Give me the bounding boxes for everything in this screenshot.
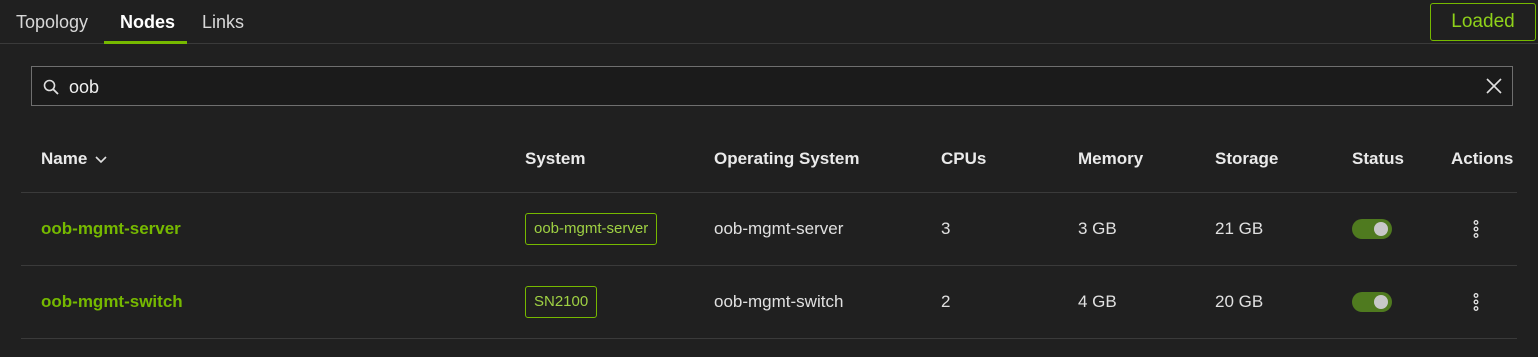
tab-bar: Topology Nodes Links Loaded <box>0 0 1538 44</box>
cpus-cell: 3 <box>941 219 951 238</box>
search-icon <box>43 79 59 95</box>
column-header-os: Operating System <box>714 149 860 168</box>
column-header-storage: Storage <box>1215 149 1279 168</box>
column-header-actions: Actions <box>1451 149 1514 168</box>
tab-nodes[interactable]: Nodes <box>104 0 187 44</box>
chevron-down-icon[interactable] <box>95 155 107 164</box>
tab-links[interactable]: Links <box>186 0 260 44</box>
node-name-link[interactable]: oob-mgmt-switch <box>41 266 183 338</box>
storage-cell: 20 GB <box>1215 292 1264 311</box>
storage-cell: 21 GB <box>1215 219 1264 238</box>
close-icon[interactable] <box>1484 76 1504 96</box>
more-vertical-icon[interactable] <box>1466 292 1486 312</box>
table-row: oob-mgmt-switch SN2100 oob-mgmt-switch 2… <box>21 266 1517 339</box>
column-header-name-label: Name <box>41 149 88 168</box>
system-tag: oob-mgmt-server <box>525 213 658 245</box>
node-name-link[interactable]: oob-mgmt-server <box>41 193 181 265</box>
status-toggle[interactable] <box>1352 292 1392 312</box>
more-vertical-icon[interactable] <box>1466 219 1486 239</box>
column-header-memory: Memory <box>1078 149 1144 168</box>
os-cell: oob-mgmt-switch <box>714 292 844 311</box>
status-toggle[interactable] <box>1352 219 1392 239</box>
search-input[interactable] <box>67 71 1471 103</box>
table-row: oob-mgmt-server oob-mgmt-server oob-mgmt… <box>21 193 1517 266</box>
column-header-name[interactable]: Name <box>41 126 107 192</box>
search-box <box>31 66 1513 106</box>
toggle-knob <box>1374 295 1388 309</box>
status-badge: Loaded <box>1430 3 1536 41</box>
system-tag: SN2100 <box>525 286 598 318</box>
column-header-status: Status <box>1352 149 1404 168</box>
column-header-system: System <box>525 149 586 168</box>
toggle-knob <box>1374 222 1388 236</box>
column-header-cpus: CPUs <box>941 149 987 168</box>
memory-cell: 3 GB <box>1078 219 1117 238</box>
memory-cell: 4 GB <box>1078 292 1117 311</box>
tab-topology[interactable]: Topology <box>0 0 104 44</box>
table-header: Name System Operating System CPUs Memory… <box>21 126 1517 193</box>
os-cell: oob-mgmt-server <box>714 219 844 238</box>
cpus-cell: 2 <box>941 292 951 311</box>
